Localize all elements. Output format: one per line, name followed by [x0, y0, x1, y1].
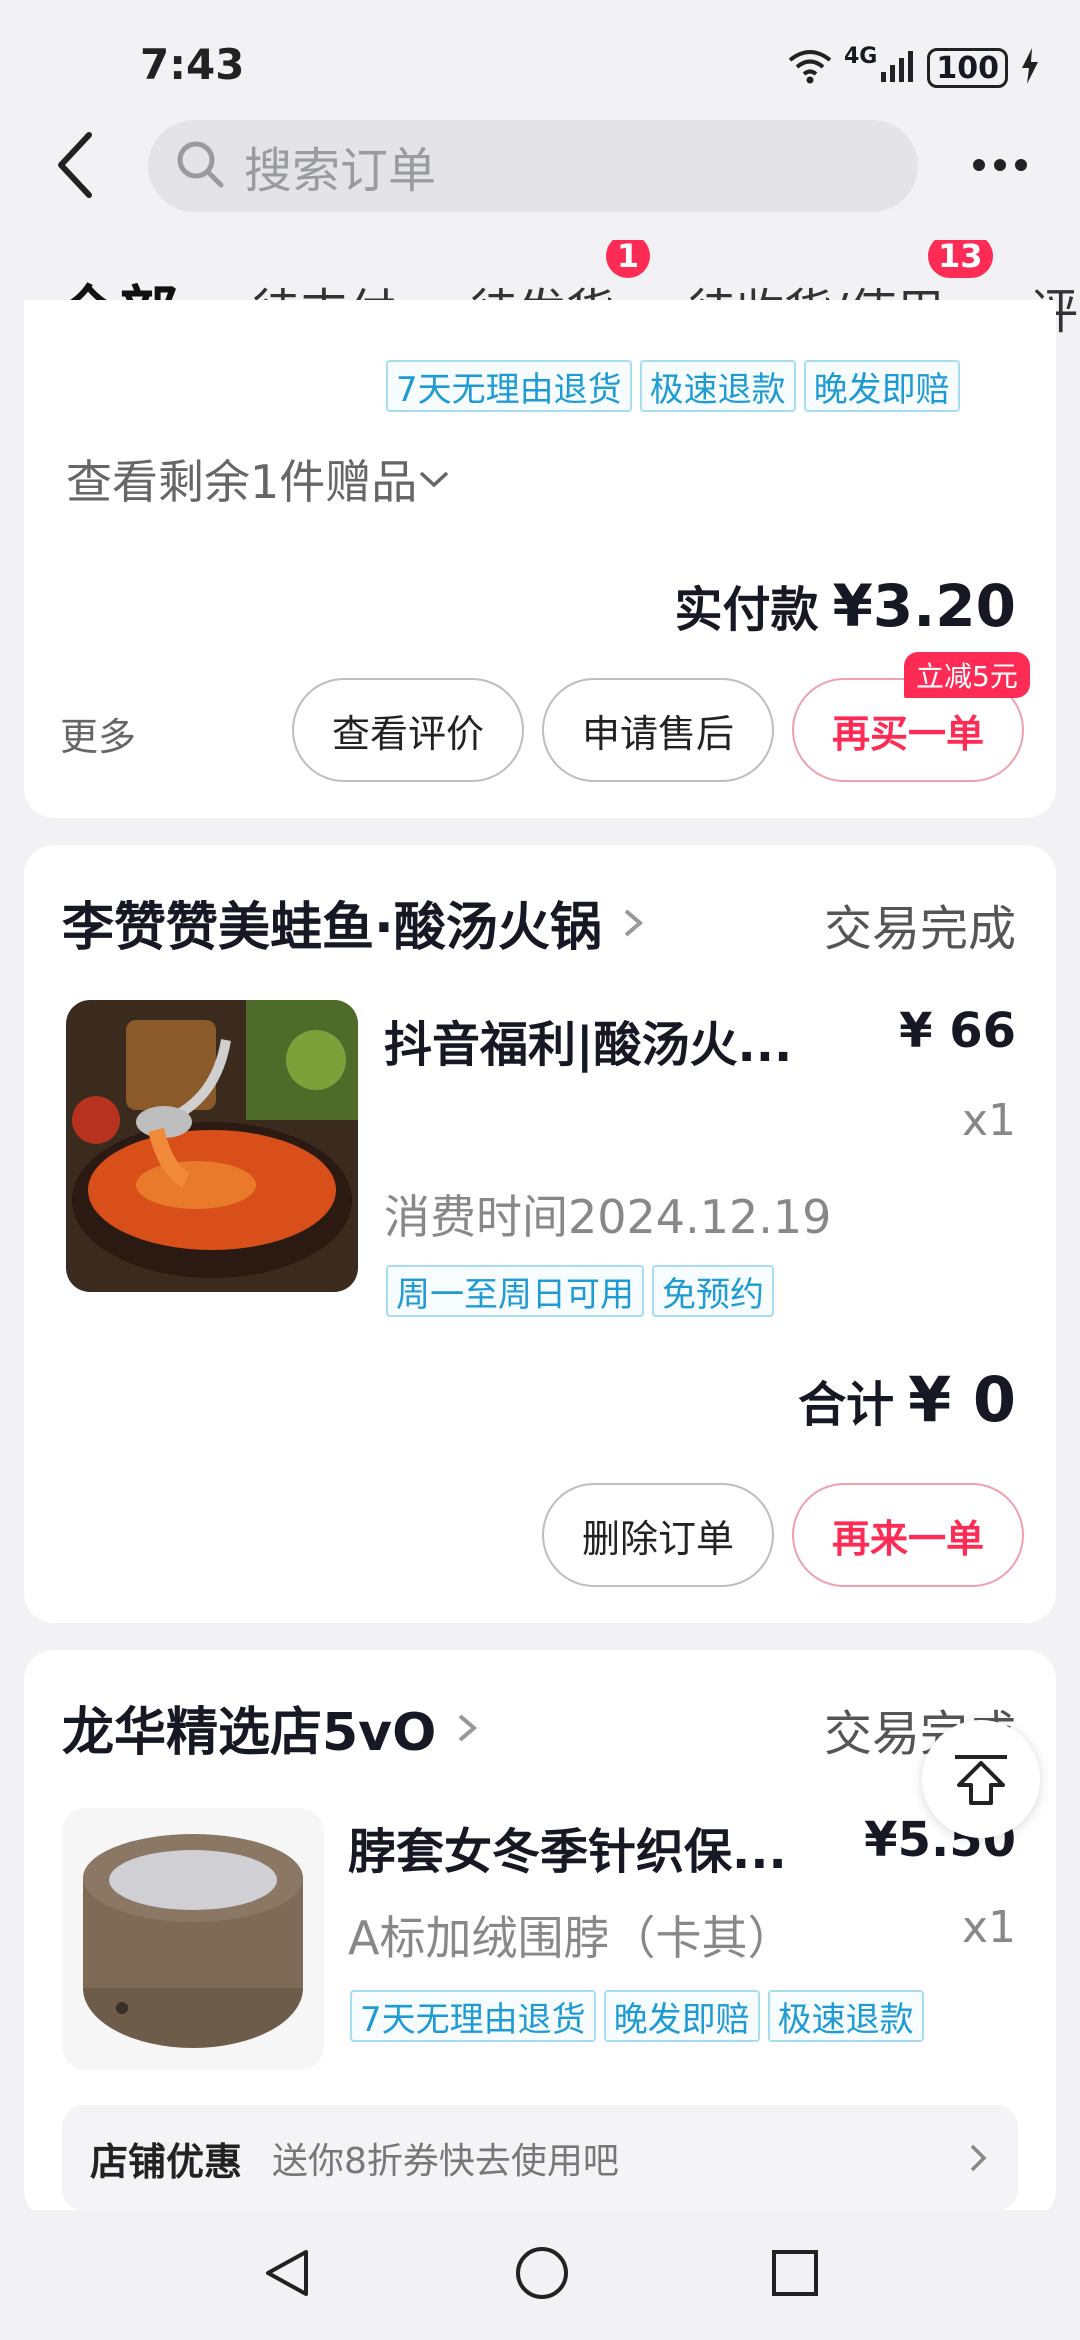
usage-tags: 周一至周日可用 免预约: [386, 1265, 774, 1317]
total-amount: ¥ 0: [908, 1363, 1016, 1436]
status-icons: 4G 100: [788, 44, 1040, 92]
tag-7day-return: 7天无理由退货: [350, 1990, 596, 2042]
order-card-2[interactable]: 李赞赞美蛙鱼·酸汤火锅 交易完成 抖音福利|酸汤火... ¥ 66 x1 消费时…: [24, 845, 1056, 1623]
service-tags: 7天无理由退货 极速退款 晚发即赔: [386, 360, 960, 412]
shop-name: 李赞赞美蛙鱼·酸汤火锅: [62, 898, 602, 958]
promo-text: 送你8折券快去使用吧: [272, 2141, 619, 2182]
network-label: 4G: [844, 44, 878, 69]
promo-badge: 立减5元: [904, 652, 1030, 698]
chevron-right-icon: [624, 908, 643, 937]
search-placeholder: 搜索订单: [244, 143, 437, 199]
more-options-button[interactable]: [960, 130, 1040, 200]
nav-home-icon[interactable]: [514, 2245, 570, 2305]
nav-recents-icon[interactable]: [770, 2248, 820, 2302]
charging-icon: [1020, 48, 1040, 88]
system-nav-bar: [0, 2210, 1080, 2340]
neck-warmer-image: [83, 1834, 303, 2048]
gift-link[interactable]: 查看剩余1件赠品: [66, 446, 451, 512]
chevron-right-icon: [970, 2144, 987, 2172]
tag-fast-refund: 极速退款: [639, 360, 796, 412]
status-time: 7:43: [140, 40, 245, 89]
consume-time: 消费时间2024.12.19: [384, 1190, 832, 1244]
delete-order-button[interactable]: 删除订单: [542, 1483, 774, 1587]
product-quantity: x1: [961, 1902, 1016, 1953]
service-tags: 7天无理由退货 晚发即赔 极速退款: [350, 1990, 924, 2042]
order-card-1[interactable]: 7天无理由退货 极速退款 晚发即赔 查看剩余1件赠品 实付款 ¥3.20 更多 …: [24, 300, 1056, 818]
search-input[interactable]: 搜索订单: [148, 120, 918, 212]
dot-icon: [973, 159, 985, 171]
view-review-button[interactable]: 查看评价: [292, 678, 524, 782]
product-quantity: x1: [961, 1095, 1016, 1146]
total-label: 合计: [798, 1377, 895, 1433]
scroll-to-top-button[interactable]: [922, 1720, 1040, 1838]
search-icon: [174, 138, 226, 194]
tag-late-compensation: 晚发即赔: [603, 1990, 760, 2042]
signal-icon: [879, 48, 915, 88]
shop-promo-bar[interactable]: 店铺优惠 送你8折券快去使用吧: [62, 2105, 1018, 2211]
badge-pending-shipment: 1: [606, 240, 650, 278]
paid-amount: ¥3.20: [832, 572, 1016, 640]
shop-name: 龙华精选店5vO: [62, 1703, 437, 1763]
product-title[interactable]: 脖套女冬季针织保...: [348, 1812, 868, 1882]
after-sales-button[interactable]: 申请售后: [542, 678, 774, 782]
more-link[interactable]: 更多: [60, 706, 136, 761]
battery-level: 100: [936, 50, 999, 86]
dot-icon: [994, 159, 1006, 171]
tag-all-week: 周一至周日可用: [386, 1265, 644, 1317]
tag-no-reservation: 免预约: [652, 1265, 774, 1317]
arrow-up-icon: [955, 1755, 1007, 1805]
chevron-right-icon: [458, 1713, 478, 1742]
order-card-3[interactable]: 龙华精选店5vO 交易完成 脖套女冬季针织保... ¥5.50 A标加绒围脖（卡…: [24, 1650, 1056, 2220]
hotpot-image: [66, 1000, 358, 1292]
shop-link[interactable]: 李赞赞美蛙鱼·酸汤火锅: [62, 885, 648, 960]
order-again-button[interactable]: 再来一单: [792, 1483, 1024, 1587]
paid-label: 实付款: [674, 582, 819, 638]
badge-pending-receipt: 13: [928, 240, 993, 278]
wifi-icon: [788, 48, 832, 88]
dot-icon: [1015, 159, 1027, 171]
status-bar: 7:43 4G 100: [0, 0, 1080, 115]
chevron-left-icon: [58, 132, 92, 198]
product-title[interactable]: 抖音福利|酸汤火...: [384, 1005, 824, 1075]
tag-late-compensation: 晚发即赔: [803, 360, 960, 412]
product-image[interactable]: [66, 1000, 358, 1292]
gift-link-label: 查看剩余1件赠品: [66, 455, 418, 509]
product-price: ¥ 66: [899, 1003, 1016, 1059]
order-total: 合计 ¥ 0: [798, 1363, 1016, 1436]
tag-7day-return: 7天无理由退货: [386, 360, 632, 412]
back-button[interactable]: [40, 125, 110, 205]
tag-fast-refund: 极速退款: [767, 1990, 924, 2042]
promo-label: 店铺优惠: [90, 2139, 243, 2184]
battery-icon: 100: [927, 48, 1008, 88]
paid-total: 实付款 ¥3.20: [675, 570, 1016, 640]
product-spec: A标加绒围脖（卡其）: [348, 1911, 794, 1965]
nav-back-icon[interactable]: [260, 2246, 314, 2304]
chevron-down-icon: [420, 471, 449, 488]
shop-link[interactable]: 龙华精选店5vO: [62, 1690, 482, 1765]
product-image[interactable]: [62, 1808, 324, 2070]
order-status: 交易完成: [823, 901, 1016, 957]
